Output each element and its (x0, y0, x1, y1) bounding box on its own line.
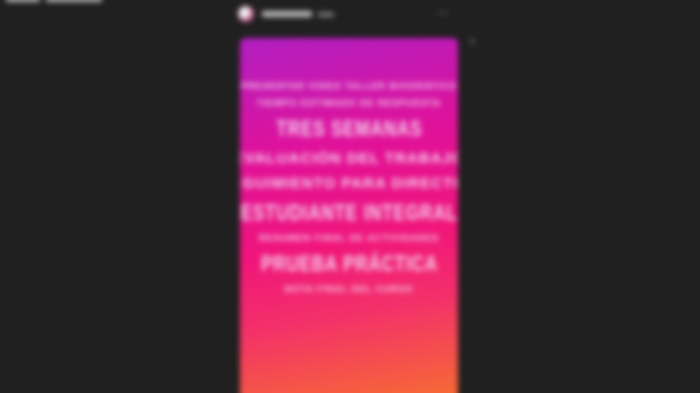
story-text: PRESENTAR VIDEO TALLER BIOGRÁFICO TIEMPO… (240, 78, 458, 298)
story-line: TRES SEMANAS (276, 116, 422, 141)
story-header (238, 4, 458, 24)
story-line: NOTA FINAL DEL CURSO (284, 284, 414, 294)
story-line: EVALUACIÓN DEL TRABAJO (240, 150, 458, 167)
app-logo[interactable] (6, 0, 106, 4)
story-line: PRUEBA PRÁCTICA (260, 251, 438, 276)
story-line: PRESENTAR VIDEO TALLER BIOGRÁFICO (241, 81, 457, 91)
screen: PRESENTAR VIDEO TALLER BIOGRÁFICO TIEMPO… (0, 0, 700, 393)
logo-wordmark (46, 0, 102, 2)
story-line: TIEMPO ESTIMADO DE RESPUESTA (256, 98, 442, 108)
logo-mark (6, 0, 40, 2)
story-card[interactable]: PRESENTAR VIDEO TALLER BIOGRÁFICO TIEMPO… (240, 38, 458, 393)
story-line: RESUMEN FINAL DE ACTIVIDADES (258, 233, 439, 243)
more-options-icon[interactable] (438, 12, 448, 16)
avatar[interactable] (238, 6, 254, 22)
story-timestamp (318, 11, 334, 17)
story-line: ESTUDIANTE INTEGRAL (240, 200, 458, 225)
close-icon[interactable]: ✕ (468, 38, 478, 48)
username[interactable] (262, 11, 312, 17)
story-line: SEGUIMIENTO PARA DIRECTOR (240, 175, 458, 192)
